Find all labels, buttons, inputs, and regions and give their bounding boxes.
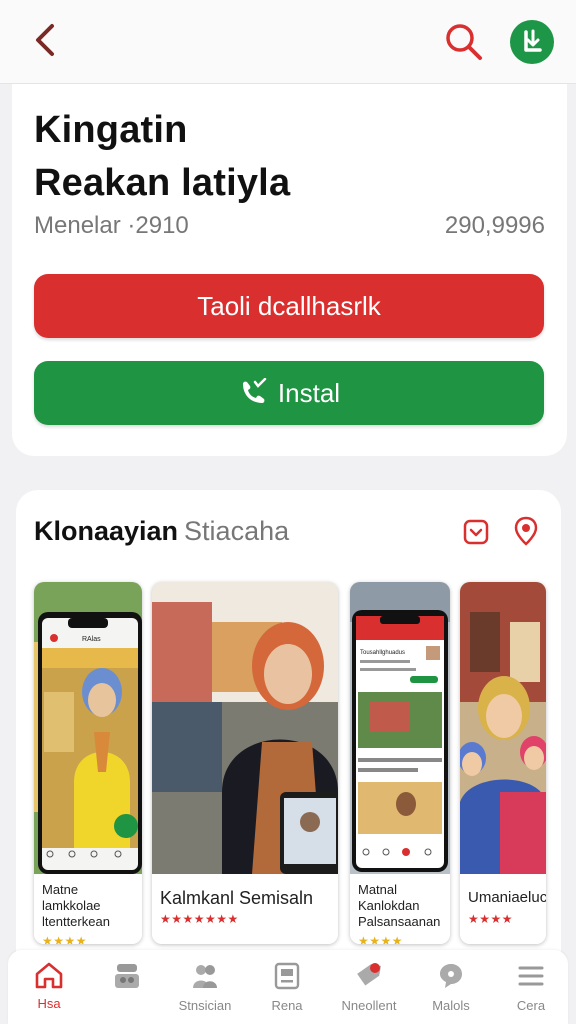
section-subtitle: Stiacaha — [184, 516, 290, 546]
screenshot-caption-2: Kalmkanl Semisaln ★★★★★★★ — [152, 874, 338, 944]
screenshot-image-1: RAlas — [34, 582, 142, 874]
screenshot-card-3[interactable]: Tousahllghuadus Matnal Kanlokdan Palsans… — [350, 582, 450, 944]
location-pin-icon — [514, 516, 538, 546]
chat-icon — [440, 964, 462, 988]
screenshot-image-2 — [152, 582, 338, 874]
screenshot-image-3: Tousahllghuadus — [350, 582, 450, 874]
star-rating-icons: ★★★★ — [468, 912, 514, 926]
rating-stars-1: ★★★★ — [42, 934, 136, 944]
bottom-navigation: Hsa Stnsician Rena Nneollent Malols Cera — [8, 950, 568, 1024]
people-icon — [193, 965, 217, 988]
nav-item-home[interactable]: Hsa — [14, 960, 84, 1020]
top-app-bar — [0, 0, 576, 84]
phone3-header-text: Tousahllghuadus — [360, 650, 405, 656]
nav-label-home: Hsa — [37, 996, 61, 1011]
nav-label-chat: Malols — [432, 998, 470, 1013]
chevron-left-icon — [36, 24, 54, 56]
caption-text-4: Umaniaeluc — [468, 889, 546, 906]
nav-label-menu: Cera — [516, 998, 546, 1013]
screenshot-card-2[interactable]: Kalmkanl Semisaln ★★★★★★★ — [152, 582, 338, 944]
screenshot-caption-3: Matnal Kanlokdan Palsansaanan ★★★★ — [350, 874, 450, 944]
caption-text-1: Matne lamkkolae ltentterkean — [42, 882, 110, 929]
nav-label-tag: Nneollent — [341, 998, 397, 1013]
tag-icon — [357, 963, 381, 986]
nav-item-store[interactable] — [92, 960, 162, 1020]
caption-text-3: Matnal Kanlokdan Palsansaanan — [358, 882, 441, 929]
section-title-text: Klonaayian — [34, 516, 179, 546]
rating-stars-3: ★★★★ — [358, 934, 444, 944]
star-rating-icons: ★★★★ — [358, 934, 404, 944]
nav-label-news: Rena — [271, 998, 303, 1013]
home-icon — [35, 962, 63, 989]
app-info-card: Kingatin Reakan latiyla Menelar ·2910 29… — [12, 84, 567, 456]
caption-text-2: Kalmkanl Semisaln — [160, 888, 314, 908]
search-button[interactable] — [442, 20, 486, 64]
nav-item-tag[interactable]: Nneollent — [334, 960, 404, 1020]
app-download-count: 290,9996 — [444, 212, 545, 239]
nav-item-people[interactable]: Stnsician — [170, 960, 240, 1020]
app-developer-meta: Menelar ·2910 — [34, 212, 189, 239]
primary-action-label: Taoli dcallhasrlk — [197, 290, 381, 321]
section-title: Klonaayian Stiacaha — [34, 516, 289, 547]
menu-icon — [518, 966, 544, 986]
nav-label-people: Stnsician — [178, 998, 232, 1013]
screenshot-caption-4: Umaniaeluc ★★★★ — [460, 874, 546, 944]
app-title-line2: Reakan latiyla — [34, 162, 291, 204]
store-icon — [115, 964, 139, 988]
screenshot-card-1[interactable]: RAlas Matne lamkkolae ltentterkean ★★★★ — [34, 582, 142, 944]
nav-item-chat[interactable]: Malols — [416, 960, 486, 1020]
phone-check-icon — [242, 378, 267, 403]
rating-stars-4: ★★★★ — [468, 912, 540, 926]
install-button[interactable]: Instal — [34, 361, 544, 425]
nav-item-menu[interactable]: Cera — [496, 960, 566, 1020]
dropdown-box-icon — [463, 519, 489, 545]
news-icon — [274, 962, 300, 990]
back-button[interactable] — [30, 22, 62, 58]
search-icon — [446, 24, 482, 60]
star-rating-icons: ★★★★★★★ — [160, 912, 239, 926]
download-badge-button[interactable] — [510, 20, 554, 64]
app-title-line1: Kingatin — [34, 109, 188, 151]
primary-action-button[interactable]: Taoli dcallhasrlk — [34, 274, 544, 338]
screenshot-image-4 — [460, 582, 546, 874]
install-label: Instal — [277, 377, 341, 408]
screenshots-section: Klonaayian Stiacaha RAlas Matne lamkkola… — [16, 490, 561, 960]
star-rating-icons: ★★★★ — [42, 934, 88, 944]
location-button[interactable] — [512, 516, 540, 546]
app-title: Kingatin Reakan latiyla — [34, 104, 290, 210]
phone1-header-text: RAlas — [82, 636, 101, 643]
screenshot-card-4[interactable]: Umaniaeluc ★★★★ — [460, 582, 546, 944]
expand-button[interactable] — [462, 518, 490, 546]
screenshot-caption-1: Matne lamkkolae ltentterkean ★★★★ — [34, 874, 142, 944]
download-badge-icon — [524, 29, 542, 52]
rating-stars-2: ★★★★★★★ — [160, 912, 332, 926]
nav-item-news[interactable]: Rena — [252, 960, 322, 1020]
